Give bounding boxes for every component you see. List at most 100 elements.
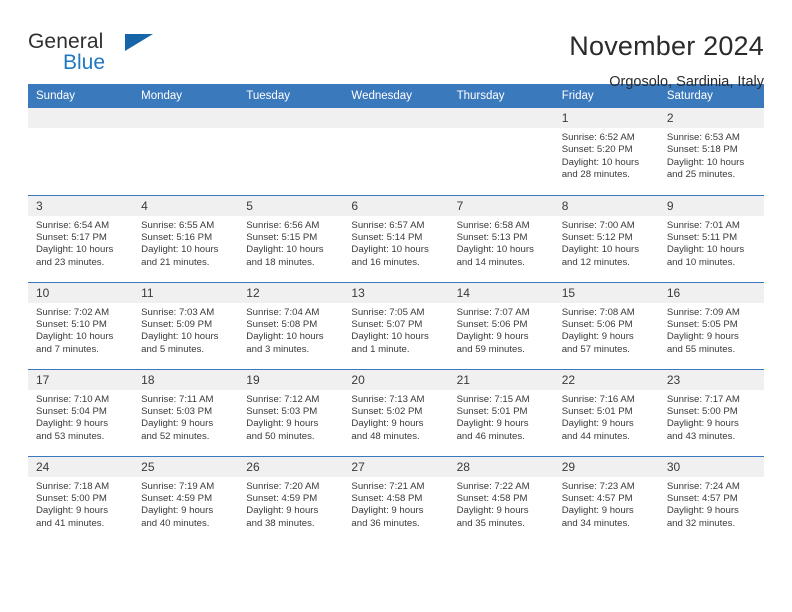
sunset-text: Sunset: 5:00 PM: [36, 492, 107, 504]
calendar-day-cell[interactable]: 14 Sunrise: 7:07 AM Sunset: 5:06 PM Dayligh…: [448, 281, 554, 369]
daylight-text-line1: Daylight: 9 hours: [351, 418, 424, 430]
calendar-day-cell[interactable]: 10 Sunrise: 7:02 AM Sunset: 5:10 PM Dayligh…: [28, 281, 134, 369]
calendar-day-cell[interactable]: 29 Sunrise: 7:23 AM Sunset: 4:57 PM Dayligh…: [553, 455, 659, 543]
calendar-day-cell[interactable]: 9 Sunrise: 7:01 AM Sunset: 5:11 PM Daylight…: [658, 194, 764, 282]
daylight-text-line2: and 35 minutes.: [456, 517, 525, 529]
day-details: Sunrise: 6:57 AM Sunset: 5:14 PM Daylight:…: [343, 216, 448, 270]
sunset-text: Sunset: 4:59 PM: [246, 492, 318, 504]
day-number: [238, 108, 344, 128]
calendar-week-row: 1 Sunrise: 6:52 AM Sunset: 5:20 PM Daylight…: [28, 108, 764, 195]
daylight-text-line1: Daylight: 10 hours: [561, 156, 640, 168]
weekday-header-tuesday: Tuesday: [238, 84, 344, 108]
sunrise-text: Sunrise: 7:23 AM: [561, 480, 635, 492]
calendar-day-cell[interactable]: 7 Sunrise: 6:58 AM Sunset: 5:13 PM Daylight…: [448, 194, 554, 282]
day-details: Sunrise: 7:09 AM Sunset: 5:05 PM Daylight:…: [659, 303, 764, 357]
daylight-text-line1: Daylight: 10 hours: [561, 244, 640, 256]
logo-text-general: General: [28, 30, 104, 53]
title-block: November 2024 Orgosolo, Sardinia, Italy: [569, 30, 764, 92]
sunset-text: Sunset: 5:08 PM: [246, 318, 318, 330]
calendar-day-cell[interactable]: 4 Sunrise: 6:55 AM Sunset: 5:16 PM Daylight…: [133, 194, 239, 282]
general-blue-logo[interactable]: General Blue: [28, 30, 188, 80]
calendar-day-cell[interactable]: 25 Sunrise: 7:19 AM Sunset: 4:59 PM Dayligh…: [133, 455, 239, 543]
day-details: Sunrise: 6:56 AM Sunset: 5:15 PM Daylight:…: [238, 216, 343, 270]
day-number: 9: [658, 195, 764, 216]
calendar-day-cell[interactable]: 8 Sunrise: 7:00 AM Sunset: 5:12 PM Daylight…: [553, 194, 659, 282]
day-number: 11: [133, 282, 239, 303]
daylight-text-line2: and 40 minutes.: [141, 517, 210, 529]
calendar-day-cell[interactable]: 21 Sunrise: 7:15 AM Sunset: 5:01 PM Dayligh…: [448, 368, 554, 456]
daylight-text-line1: Daylight: 9 hours: [666, 331, 739, 343]
sunrise-text: Sunrise: 6:55 AM: [141, 219, 215, 231]
daylight-text-line1: Daylight: 9 hours: [561, 418, 634, 430]
daylight-text-line2: and 55 minutes.: [666, 343, 736, 355]
daylight-text-line1: Daylight: 10 hours: [141, 331, 219, 343]
calendar-day-cell[interactable]: 2 Sunrise: 6:53 AM Sunset: 5:18 PM Daylight…: [658, 108, 764, 195]
sunset-text: Sunset: 4:58 PM: [456, 492, 528, 504]
weekday-header-wednesday: Wednesday: [343, 84, 449, 108]
calendar-day-cell[interactable]: 27 Sunrise: 7:21 AM Sunset: 4:58 PM Dayligh…: [343, 455, 449, 543]
calendar-day-cell[interactable]: 15 Sunrise: 7:08 AM Sunset: 5:06 PM Dayligh…: [553, 281, 659, 369]
daylight-text-line1: Daylight: 9 hours: [666, 418, 739, 430]
day-details: Sunrise: 7:24 AM Sunset: 4:57 PM Daylight:…: [659, 477, 764, 531]
day-details: Sunrise: 7:01 AM Sunset: 5:11 PM Daylight:…: [659, 216, 764, 270]
calendar-day-cell[interactable]: 30 Sunrise: 7:24 AM Sunset: 4:57 PM Dayligh…: [658, 455, 764, 543]
day-details: Sunrise: 6:55 AM Sunset: 5:16 PM Daylight:…: [133, 216, 238, 270]
sunrise-text: Sunrise: 7:13 AM: [351, 393, 425, 405]
calendar-day-cell[interactable]: 24 Sunrise: 7:18 AM Sunset: 5:00 PM Dayligh…: [28, 455, 134, 543]
daylight-text-line1: Daylight: 9 hours: [351, 505, 424, 517]
sunset-text: Sunset: 5:01 PM: [561, 405, 633, 417]
sunset-text: Sunset: 5:03 PM: [246, 405, 318, 417]
calendar-day-cell[interactable]: 1 Sunrise: 6:52 AM Sunset: 5:20 PM Daylight…: [553, 108, 659, 195]
day-number: 4: [133, 195, 239, 216]
day-details: Sunrise: 7:11 AM Sunset: 5:03 PM Daylight:…: [133, 390, 238, 444]
calendar-day-cell[interactable]: 11 Sunrise: 7:03 AM Sunset: 5:09 PM Dayligh…: [133, 281, 239, 369]
day-details: Sunrise: 7:03 AM Sunset: 5:09 PM Daylight:…: [133, 303, 238, 357]
sunrise-text: Sunrise: 7:24 AM: [666, 480, 740, 492]
sunset-text: Sunset: 5:18 PM: [666, 144, 738, 156]
day-number: 7: [448, 195, 554, 216]
calendar-day-cell[interactable]: 6 Sunrise: 6:57 AM Sunset: 5:14 PM Daylight…: [343, 194, 449, 282]
calendar-day-cell[interactable]: 19 Sunrise: 7:12 AM Sunset: 5:03 PM Dayligh…: [238, 368, 344, 456]
day-number: 27: [343, 456, 449, 477]
calendar-week-row: 24 Sunrise: 7:18 AM Sunset: 5:00 PM Dayligh…: [28, 455, 764, 543]
calendar-day-cell[interactable]: 13 Sunrise: 7:05 AM Sunset: 5:07 PM Dayligh…: [343, 281, 449, 369]
calendar-day-cell[interactable]: 18 Sunrise: 7:11 AM Sunset: 5:03 PM Dayligh…: [133, 368, 239, 456]
calendar-day-cell-empty: [28, 108, 134, 195]
day-number: 8: [553, 195, 659, 216]
sunset-text: Sunset: 5:11 PM: [666, 231, 738, 243]
daylight-text-line2: and 34 minutes.: [561, 517, 630, 529]
day-number: 21: [448, 369, 554, 390]
sunrise-text: Sunrise: 7:01 AM: [666, 219, 740, 231]
sunset-text: Sunset: 5:16 PM: [141, 231, 213, 243]
sunset-text: Sunset: 5:02 PM: [351, 405, 423, 417]
day-number: 3: [28, 195, 134, 216]
daylight-text-line2: and 52 minutes.: [141, 430, 210, 442]
daylight-text-line1: Daylight: 9 hours: [456, 505, 529, 517]
calendar-day-cell[interactable]: 23 Sunrise: 7:17 AM Sunset: 5:00 PM Dayligh…: [658, 368, 764, 456]
daylight-text-line1: Daylight: 9 hours: [141, 418, 214, 430]
calendar-day-cell[interactable]: 20 Sunrise: 7:13 AM Sunset: 5:02 PM Dayligh…: [343, 368, 449, 456]
daylight-text-line2: and 28 minutes.: [561, 169, 630, 181]
day-number: 26: [238, 456, 344, 477]
calendar-day-cell[interactable]: 16 Sunrise: 7:09 AM Sunset: 5:05 PM Dayligh…: [658, 281, 764, 369]
day-details: Sunrise: 6:52 AM Sunset: 5:20 PM Daylight:…: [554, 128, 659, 182]
day-details: Sunrise: 7:00 AM Sunset: 5:12 PM Daylight:…: [554, 216, 659, 270]
calendar-day-cell[interactable]: 17 Sunrise: 7:10 AM Sunset: 5:04 PM Dayligh…: [28, 368, 134, 456]
calendar-day-cell[interactable]: 12 Sunrise: 7:04 AM Sunset: 5:08 PM Dayligh…: [238, 281, 344, 369]
daylight-text-line1: Daylight: 10 hours: [351, 331, 429, 343]
daylight-text-line1: Daylight: 9 hours: [36, 505, 108, 517]
sunrise-text: Sunrise: 7:20 AM: [246, 480, 320, 492]
daylight-text-line1: Daylight: 10 hours: [351, 244, 429, 256]
sunset-text: Sunset: 5:04 PM: [36, 405, 107, 417]
daylight-text-line1: Daylight: 10 hours: [36, 331, 114, 343]
calendar-day-cell[interactable]: 3 Sunrise: 6:54 AM Sunset: 5:17 PM Daylight…: [28, 194, 134, 282]
calendar-day-cell[interactable]: 22 Sunrise: 7:16 AM Sunset: 5:01 PM Dayligh…: [553, 368, 659, 456]
calendar-day-cell[interactable]: 5 Sunrise: 6:56 AM Sunset: 5:15 PM Daylight…: [238, 194, 344, 282]
sunset-text: Sunset: 5:06 PM: [561, 318, 633, 330]
sunrise-text: Sunrise: 6:52 AM: [561, 132, 635, 143]
sunset-text: Sunset: 5:17 PM: [36, 231, 107, 243]
logo-triangle-icon: [125, 34, 153, 51]
calendar-day-cell[interactable]: 26 Sunrise: 7:20 AM Sunset: 4:59 PM Dayligh…: [238, 455, 344, 543]
calendar-day-cell[interactable]: 28 Sunrise: 7:22 AM Sunset: 4:58 PM Dayligh…: [448, 455, 554, 543]
daylight-text-line2: and 12 minutes.: [561, 256, 630, 268]
